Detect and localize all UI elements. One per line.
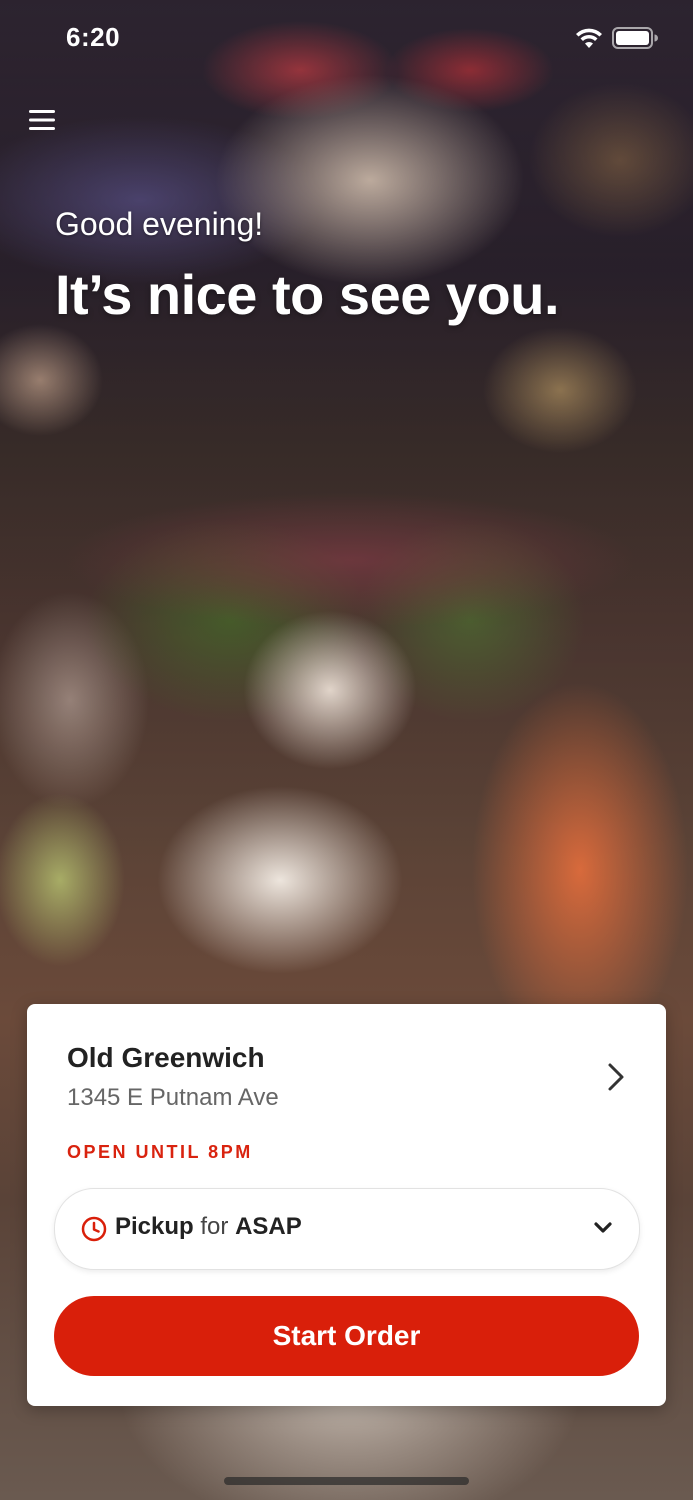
location-address: 1345 E Putnam Ave	[67, 1084, 279, 1111]
home-indicator	[224, 1477, 469, 1485]
welcome-headline: It’s nice to see you.	[55, 263, 560, 326]
location-selector[interactable]: Old Greenwich 1345 E Putnam Ave	[27, 1004, 666, 1134]
home-screen: 6:20 Good evening! It’s nice to see you.…	[0, 0, 693, 1500]
status-time: 6:20	[66, 22, 121, 52]
battery-icon	[612, 27, 658, 49]
start-order-button[interactable]: Start Order	[54, 1296, 639, 1376]
chevron-right-icon	[608, 1063, 624, 1091]
location-card: Old Greenwich 1345 E Putnam Ave OPEN UNT…	[27, 1004, 666, 1406]
location-name: Old Greenwich	[67, 1042, 265, 1073]
hours-status: OPEN UNTIL 8PM	[67, 1142, 253, 1162]
greeting-text: Good evening!	[55, 206, 264, 242]
chevron-down-icon	[594, 1222, 612, 1233]
order-mode-text: Pickup for ASAP	[115, 1213, 302, 1241]
order-mode-type: Pickup	[115, 1213, 194, 1240]
order-mode-dropdown[interactable]: Pickup for ASAP	[54, 1188, 640, 1270]
wifi-icon	[576, 28, 602, 48]
order-mode-time: ASAP	[235, 1213, 302, 1240]
clock-icon	[81, 1216, 107, 1242]
hamburger-menu-icon	[29, 110, 55, 130]
status-bar: 6:20	[0, 0, 693, 80]
order-mode-connector: for	[200, 1213, 229, 1240]
menu-button[interactable]	[22, 100, 62, 140]
